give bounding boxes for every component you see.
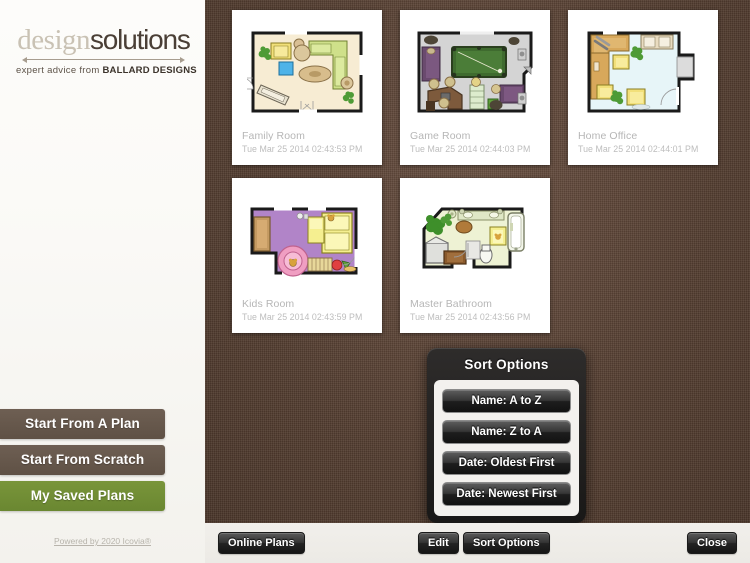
plan-card-game-room[interactable]: Game Room Tue Mar 25 2014 02:44:03 PM xyxy=(400,10,550,165)
logo-tagline-prefix: expert advice from xyxy=(16,65,103,76)
plan-card-title: Family Room xyxy=(242,130,305,142)
sidebar: designsolutions expert advice from BALLA… xyxy=(0,0,205,563)
main-area: Family Room Tue Mar 25 2014 02:43:53 PM xyxy=(205,0,750,563)
plan-card-date: Tue Mar 25 2014 02:44:03 PM xyxy=(410,144,531,154)
plan-card-date: Tue Mar 25 2014 02:43:53 PM xyxy=(242,144,363,154)
brand-logo: designsolutions expert advice from BALLA… xyxy=(0,0,205,77)
plan-card-kids-room[interactable]: Kids Room Tue Mar 25 2014 02:43:59 PM xyxy=(232,178,382,333)
edit-button[interactable]: Edit xyxy=(418,532,459,554)
plan-card-date: Tue Mar 25 2014 02:43:59 PM xyxy=(242,312,363,322)
sort-option-date-oldest-first[interactable]: Date: Oldest First xyxy=(442,451,571,475)
logo-divider-rule xyxy=(22,56,185,63)
sidebar-item-start-from-scratch[interactable]: Start From Scratch xyxy=(0,445,165,475)
plan-browser-canvas: Family Room Tue Mar 25 2014 02:43:53 PM xyxy=(205,0,750,523)
app-root: designsolutions expert advice from BALLA… xyxy=(0,0,750,563)
sidebar-action-buttons: Start From A Plan Start From Scratch My … xyxy=(0,409,165,517)
sort-options-list: Name: A to Z Name: Z to A Date: Oldest F… xyxy=(434,380,579,516)
plan-card-home-office[interactable]: Home Office Tue Mar 25 2014 02:44:01 PM xyxy=(568,10,718,165)
sort-option-name-a-to-z[interactable]: Name: A to Z xyxy=(442,389,571,413)
sort-option-name-z-to-a[interactable]: Name: Z to A xyxy=(442,420,571,444)
sort-options-popover: Sort Options Name: A to Z Name: Z to A D… xyxy=(427,348,586,523)
plan-thumbnail-game-room xyxy=(408,18,542,128)
bottom-toolbar: Online Plans Edit Sort Options Close xyxy=(205,523,750,563)
plan-thumbnail-home-office xyxy=(576,18,710,128)
powered-by-link[interactable]: Powered by 2020 Icovia® xyxy=(0,536,205,546)
logo-wordmark: designsolutions xyxy=(16,26,191,55)
logo-word-design: design xyxy=(17,24,90,56)
logo-tagline: expert advice from BALLARD DESIGNS xyxy=(16,65,197,76)
plan-card-title: Kids Room xyxy=(242,298,295,310)
plan-thumbnail-kids-room xyxy=(240,186,374,296)
plan-thumbnail-master-bathroom xyxy=(408,186,542,296)
online-plans-button[interactable]: Online Plans xyxy=(218,532,305,554)
popover-arrow xyxy=(496,522,517,523)
plan-card-family-room[interactable]: Family Room Tue Mar 25 2014 02:43:53 PM xyxy=(232,10,382,165)
plan-card-title: Master Bathroom xyxy=(410,298,493,310)
sort-options-button[interactable]: Sort Options xyxy=(463,532,550,554)
sort-options-popover-title: Sort Options xyxy=(464,357,549,372)
plan-card-title: Game Room xyxy=(410,130,471,142)
plan-card-date: Tue Mar 25 2014 02:44:01 PM xyxy=(578,144,699,154)
close-button[interactable]: Close xyxy=(687,532,737,554)
plan-thumbnail-family-room xyxy=(240,18,374,128)
logo-word-solutions: solutions xyxy=(90,24,191,55)
sort-option-date-newest-first[interactable]: Date: Newest First xyxy=(442,482,571,506)
logo-tagline-brand: BALLARD DESIGNS xyxy=(102,65,197,76)
plan-card-master-bathroom[interactable]: Master Bathroom Tue Mar 25 2014 02:43:56… xyxy=(400,178,550,333)
sidebar-item-start-from-a-plan[interactable]: Start From A Plan xyxy=(0,409,165,439)
plan-card-title: Home Office xyxy=(578,130,638,142)
sidebar-item-my-saved-plans[interactable]: My Saved Plans xyxy=(0,481,165,511)
plan-card-date: Tue Mar 25 2014 02:43:56 PM xyxy=(410,312,531,322)
